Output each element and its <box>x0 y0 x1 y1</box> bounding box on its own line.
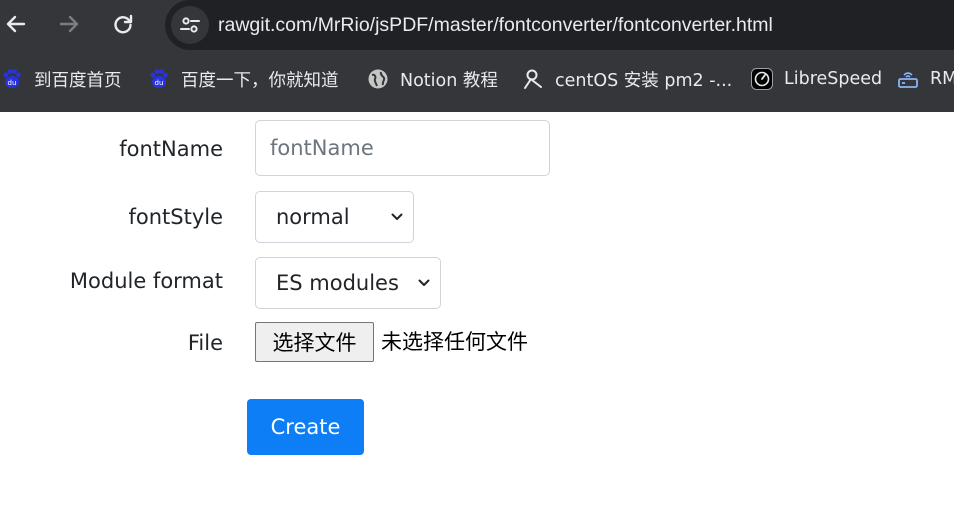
svg-text:du: du <box>155 79 164 87</box>
font-style-label: fontStyle <box>128 205 223 229</box>
browser-toolbar: rawgit.com/MrRio/jsPDF/master/fontconver… <box>0 0 954 50</box>
baidu-icon: du <box>148 68 170 90</box>
chevron-down-icon <box>418 279 430 286</box>
font-style-select[interactable]: normal <box>255 191 414 243</box>
font-name-label: fontName <box>119 137 223 161</box>
bookmark-logo-icon <box>522 68 544 90</box>
bookmark-centos-pm2[interactable]: centOS 安装 pm2 -... <box>522 50 732 108</box>
bookmark-label: Notion 教程 <box>400 70 498 91</box>
bookmark-label: 百度一下，你就知道 <box>181 70 339 91</box>
forward-arrow-icon <box>59 15 79 33</box>
tune-icon <box>180 17 200 33</box>
back-button[interactable] <box>0 5 35 43</box>
globe-icon <box>367 68 389 90</box>
baidu-icon: du <box>1 68 23 90</box>
font-style-value: normal <box>276 205 350 229</box>
url-text[interactable]: rawgit.com/MrRio/jsPDF/master/fontconver… <box>218 0 773 50</box>
bookmark-label: 到百度首页 <box>34 70 122 91</box>
svg-text:du: du <box>8 79 17 87</box>
bookmark-baidu-search[interactable]: du 百度一下，你就知道 <box>148 50 339 108</box>
speedometer-icon <box>751 68 773 90</box>
bookmarks-bar: du 到百度首页 du 百度一下，你就知道 Notion 教程 centOS 安… <box>0 50 954 112</box>
forward-button[interactable] <box>50 5 88 43</box>
reload-icon <box>114 14 133 34</box>
module-format-select[interactable]: ES modules <box>255 257 441 309</box>
module-format-value: ES modules <box>276 271 399 295</box>
bookmark-label: centOS 安装 pm2 -... <box>555 70 733 91</box>
create-button[interactable]: Create <box>247 399 364 455</box>
module-format-label: Module format <box>69 269 223 293</box>
file-status-text: 未选择任何文件 <box>381 330 528 354</box>
bookmark-rm[interactable]: RM <box>897 50 954 108</box>
reload-button[interactable] <box>104 5 142 43</box>
address-bar[interactable]: rawgit.com/MrRio/jsPDF/master/fontconver… <box>165 0 954 50</box>
bookmark-baidu-home[interactable]: du 到百度首页 <box>1 50 122 108</box>
choose-file-button[interactable]: 选择文件 <box>255 322 374 362</box>
bookmark-label: LibreSpeed <box>784 69 883 89</box>
bookmark-librespeed[interactable]: LibreSpeed <box>751 50 882 108</box>
bookmark-label: RM <box>930 69 954 89</box>
file-label: File <box>187 331 223 355</box>
back-arrow-icon <box>6 15 26 33</box>
chevron-down-icon <box>391 213 403 220</box>
router-icon <box>897 68 919 90</box>
bookmark-notion[interactable]: Notion 教程 <box>367 50 498 108</box>
site-info-button[interactable] <box>171 6 209 44</box>
font-name-input[interactable] <box>255 120 550 176</box>
